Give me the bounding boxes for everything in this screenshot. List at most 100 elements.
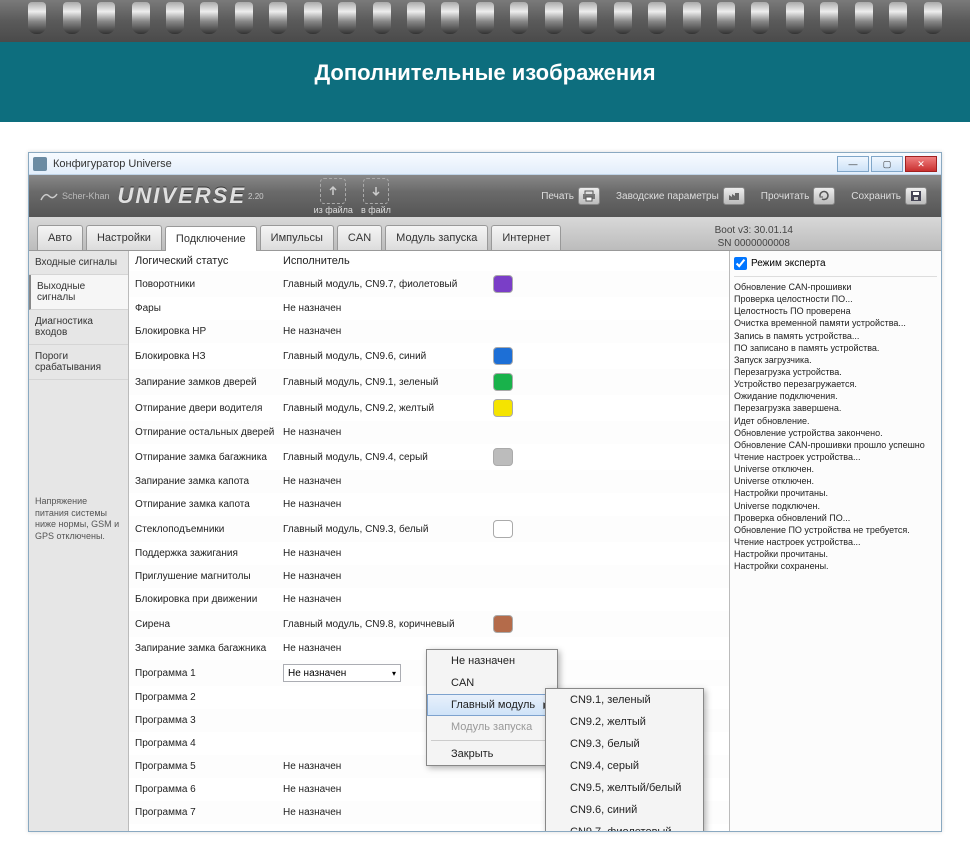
log-line: Запуск загрузчика. [734,354,937,366]
sidebar-item[interactable]: Выходные сигналы [29,275,128,310]
col-header-exec: Исполнитель [283,255,493,267]
submenu-item[interactable]: CN9.2, желтый [546,711,703,733]
submenu-item[interactable]: CN9.7, фиолетовый [546,821,703,831]
submenu-item[interactable]: CN9.5, желтый/белый [546,777,703,799]
save-button[interactable]: Сохранить [847,183,931,209]
signal-executor[interactable]: Не назначен [283,807,493,818]
read-button[interactable]: Прочитать [757,183,840,209]
signal-executor[interactable]: Не назначен [283,303,493,314]
signal-executor[interactable]: Главный модуль, CN9.2, желтый [283,403,493,414]
signal-executor[interactable]: Не назначен [283,784,493,795]
brand-name: UNIVERSE [118,183,246,209]
menu-item[interactable]: Закрыть [427,743,557,765]
signal-name: Программа 8 [135,830,283,831]
sidebar-item[interactable]: Входные сигналы [29,251,128,275]
factory-settings-button[interactable]: Заводские параметры [612,183,749,209]
signal-executor[interactable]: Не назначен [283,326,493,337]
color-swatch [493,347,513,365]
tab-настройки[interactable]: Настройки [86,225,162,250]
signal-row: СиренаГлавный модуль, CN9.8, коричневый [129,611,729,637]
signal-name: Отпирание замка капота [135,499,283,510]
log-panel: Режим эксперта Обновление CAN-прошивкиПр… [729,251,941,831]
signal-row: Блокировка при движенииНе назначен [129,588,729,611]
refresh-icon [813,187,835,205]
tab-модуль запуска[interactable]: Модуль запуска [385,225,488,250]
signal-name: Программа 6 [135,784,283,795]
submenu-item[interactable]: CN9.1, зеленый [546,689,703,711]
signal-row: Запирание замка капотаНе назначен [129,470,729,493]
sidebar-item[interactable]: Пороги срабатывания [29,345,128,380]
signal-name: Запирание замков дверей [135,377,283,388]
menu-item[interactable]: Главный модуль▶ [427,694,557,716]
signal-row: Отпирание двери водителяГлавный модуль, … [129,395,729,421]
log-line: Обновление устройства закончено. [734,427,937,439]
signal-name: Запирание замка багажника [135,643,283,654]
signal-row: Блокировка НРНе назначен [129,320,729,343]
left-sidebar: Входные сигналыВыходные сигналыДиагности… [29,251,129,831]
executor-dropdown[interactable]: Не назначен▾ [283,664,401,682]
signal-executor[interactable]: Не назначен [283,571,493,582]
signal-name: Программа 2 [135,692,283,703]
save-to-file-button[interactable]: в файл [361,178,391,215]
log-line: Ожидание подключения. [734,390,937,402]
signal-executor[interactable]: Не назначен [283,830,493,831]
maximize-button[interactable]: ▢ [871,156,903,172]
signal-name: Блокировка НР [135,326,283,337]
executor-context-menu[interactable]: Не назначенCANГлавный модуль▶Модуль запу… [426,649,558,766]
signal-row: ПоворотникиГлавный модуль, CN9.7, фиолет… [129,271,729,297]
tab-can[interactable]: CAN [337,225,382,250]
minimize-button[interactable]: — [837,156,869,172]
signal-row: ФарыНе назначен [129,297,729,320]
tab-импульсы[interactable]: Импульсы [260,225,334,250]
menu-item[interactable]: Не назначен [427,650,557,672]
load-from-file-button[interactable]: из файла [314,178,353,215]
signal-executor[interactable]: Главный модуль, CN9.3, белый [283,524,493,535]
signal-name: Отпирание замка багажника [135,452,283,463]
signal-name: Программа 1 [135,668,283,679]
signal-executor[interactable]: Не назначен [283,427,493,438]
submenu-item[interactable]: CN9.4, серый [546,755,703,777]
signal-executor[interactable]: Главный модуль, CN9.8, коричневый [283,619,493,630]
log-line: Настройки прочитаны. [734,487,937,499]
tab-подключение[interactable]: Подключение [165,226,257,251]
color-swatch [493,373,513,391]
download-icon [363,178,389,204]
close-button[interactable]: ✕ [905,156,937,172]
upload-icon [320,178,346,204]
log-line: Обновление CAN-прошивки прошло успешно [734,439,937,451]
tab-авто[interactable]: Авто [37,225,83,250]
sidebar-item[interactable]: Диагностика входов [29,310,128,345]
signal-executor[interactable]: Не назначен [283,499,493,510]
signal-executor[interactable]: Не назначен [283,476,493,487]
log-line: Целостность ПО проверена [734,305,937,317]
signal-executor[interactable]: Главный модуль, CN9.7, фиолетовый [283,279,493,290]
signal-name: Программа 5 [135,761,283,772]
color-swatch [493,399,513,417]
print-button[interactable]: Печать [537,183,604,209]
submenu-item[interactable]: CN9.3, белый [546,733,703,755]
signal-executor[interactable]: Не назначен [283,594,493,605]
submenu-item[interactable]: CN9.6, синий [546,799,703,821]
signal-name: Фары [135,303,283,314]
signal-name: Программа 4 [135,738,283,749]
expert-mode-toggle[interactable]: Режим эксперта [734,255,937,277]
log-line: Очистка временной памяти устройства... [734,317,937,329]
expert-checkbox[interactable] [734,257,747,270]
executor-submenu[interactable]: CN9.1, зеленыйCN9.2, желтыйCN9.3, белыйC… [545,688,704,831]
signal-executor[interactable]: Главный модуль, CN9.1, зеленый [283,377,493,388]
product-page-header: Дополнительные изображения [0,0,970,122]
signal-name: Блокировка при движении [135,594,283,605]
signal-executor[interactable]: Не назначен [283,548,493,559]
signal-executor[interactable]: Главный модуль, CN9.6, синий [283,351,493,362]
tab-интернет[interactable]: Интернет [491,225,561,250]
app-icon [33,157,47,171]
signal-name: Отпирание остальных дверей [135,427,283,438]
main-content: Логический статус Исполнитель Поворотник… [129,251,729,831]
log-line: Идет обновление. [734,415,937,427]
signal-name: Блокировка НЗ [135,351,283,362]
log-line: Настройки прочитаны. [734,548,937,560]
log-line: Проверка обновлений ПО... [734,512,937,524]
log-line: Настройки сохранены. [734,560,937,572]
signal-executor[interactable]: Главный модуль, CN9.4, серый [283,452,493,463]
menu-item[interactable]: CAN [427,672,557,694]
